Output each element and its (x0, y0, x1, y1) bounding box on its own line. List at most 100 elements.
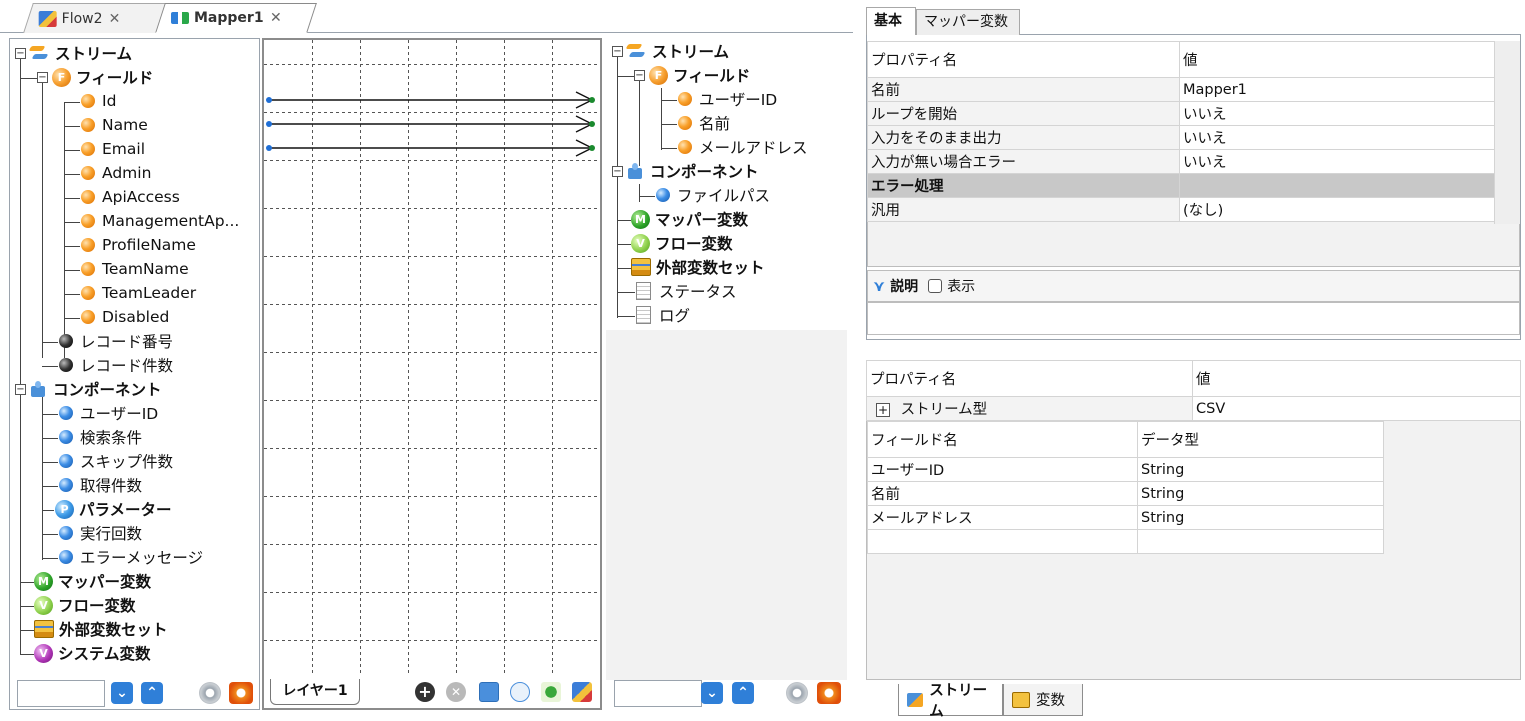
tree-node-field[interactable]: TeamName (81, 258, 189, 280)
system-value-icon (59, 334, 73, 348)
tab-basic[interactable]: 基本 (866, 7, 916, 35)
status-icon (636, 282, 651, 300)
field-row-empty[interactable] (867, 529, 1384, 554)
description-text-area[interactable] (867, 302, 1520, 335)
tree-node-ext-var-set[interactable]: 外部変数セット (34, 618, 168, 640)
layer-tab[interactable]: レイヤー1 (270, 679, 360, 705)
field-icon (678, 92, 692, 106)
field-row[interactable]: ユーザーID String (867, 457, 1384, 482)
tab-mapper-vars[interactable]: マッパー変数 (916, 9, 1020, 35)
field-icon (81, 142, 95, 156)
component-icon (29, 380, 47, 398)
tree-node-log[interactable]: ログ (636, 304, 690, 326)
tree-node-mapper-vars[interactable]: M マッパー変数 (631, 208, 748, 230)
variable-set-icon (34, 620, 54, 638)
tree-node-status[interactable]: ステータス (636, 280, 737, 302)
search-input[interactable] (614, 680, 702, 707)
tree-node-field[interactable]: Id (81, 90, 116, 112)
property-group-header[interactable]: エラー処理 (867, 173, 1495, 198)
refresh-icon[interactable] (229, 682, 253, 704)
property-row[interactable]: 名前 Mapper1 (867, 77, 1495, 102)
variable-set-icon (631, 258, 651, 276)
property-row[interactable]: 入力が無い場合エラー いいえ (867, 149, 1495, 174)
tree-node-flow-vars[interactable]: V フロー変数 (34, 594, 136, 616)
property-row[interactable]: 入力をそのまま出力 いいえ (867, 125, 1495, 150)
tree-node-ext-var-set[interactable]: 外部変数セット (631, 256, 765, 278)
chevron-up-icon[interactable]: ⌃ (141, 682, 163, 704)
expand-icon[interactable]: + (876, 403, 890, 417)
chevron-down-icon[interactable]: ⌄ (701, 682, 723, 704)
tree-node-record-number[interactable]: レコード番号 (59, 330, 173, 352)
property-table: プロパティ名 値 名前 Mapper1 ループを開始 いいえ 入力をそのまま出力… (867, 41, 1495, 222)
tree-node-component[interactable]: コンポーネント (626, 160, 759, 182)
tree-node-field[interactable]: Name (81, 114, 148, 136)
flow-icon[interactable] (572, 682, 592, 702)
field-icon (81, 238, 95, 252)
tree-node-fields[interactable]: F フィールド (649, 64, 750, 86)
tree-node-field[interactable]: ユーザーID (678, 88, 777, 110)
gear-icon[interactable] (786, 682, 808, 704)
tab-mapper1[interactable]: Mapper1 ✕ (155, 3, 317, 33)
show-checkbox[interactable] (928, 279, 943, 293)
close-icon[interactable]: ✕ (109, 11, 121, 27)
tree-node-property[interactable]: ユーザーID (59, 402, 158, 424)
tree-node-property[interactable]: エラーメッセージ (59, 546, 203, 568)
mapper-editor: Flow2 ✕ Mapper1 ✕ − ストリーム − F フィールド Id N… (0, 0, 853, 719)
close-icon[interactable]: ✕ (270, 10, 282, 26)
tree-node-stream[interactable]: ストリーム (626, 40, 729, 62)
add-icon[interactable]: + (415, 682, 435, 702)
tree-node-record-count[interactable]: レコード件数 (59, 354, 173, 376)
tree-node-property[interactable]: 検索条件 (59, 426, 142, 448)
tree-node-field[interactable]: Disabled (81, 306, 169, 328)
tree-node-property[interactable]: ファイルパス (656, 184, 770, 206)
stream-field-table: フィールド名 データ型 ユーザーID String 名前 String メールア… (867, 421, 1384, 554)
field-icon (81, 94, 95, 108)
tree-node-flow-vars[interactable]: V フロー変数 (631, 232, 733, 254)
chevron-double-down-icon[interactable]: ⋎ (873, 277, 885, 295)
delete-icon[interactable]: ✕ (446, 682, 466, 702)
property-icon (59, 454, 73, 468)
tree-node-field[interactable]: ProfileName (81, 234, 196, 256)
tree-node-field[interactable]: TeamLeader (81, 282, 196, 304)
description-bar: ⋎ 説明 表示 (867, 270, 1520, 302)
refresh-icon[interactable] (817, 682, 841, 704)
field-row[interactable]: メールアドレス String (867, 505, 1384, 530)
chevron-down-icon[interactable]: ⌄ (111, 682, 133, 704)
tree-node-field[interactable]: ManagementAp... (81, 210, 239, 232)
search-input[interactable] (17, 680, 105, 707)
property-row[interactable]: ループを開始 いいえ (867, 101, 1495, 126)
tree-node-field[interactable]: 名前 (678, 112, 730, 134)
tab-flow2[interactable]: Flow2 ✕ (23, 3, 167, 33)
debug-icon[interactable] (541, 682, 561, 702)
field-group-icon: F (52, 67, 71, 87)
property-icon (59, 550, 73, 564)
comment-icon[interactable] (510, 682, 530, 702)
field-icon (81, 118, 95, 132)
tree-node-field[interactable]: Email (81, 138, 145, 160)
tree-node-property[interactable]: スキップ件数 (59, 450, 173, 472)
tree-node-field[interactable]: Admin (81, 162, 151, 184)
stream-type-row[interactable]: + ストリーム型 CSV (866, 396, 1521, 421)
field-icon (81, 166, 95, 180)
tree-node-stream[interactable]: ストリーム (29, 42, 132, 64)
flow-icon (38, 10, 57, 27)
tree-node-component[interactable]: コンポーネント (29, 378, 162, 400)
tree-node-field[interactable]: メールアドレス (678, 136, 808, 158)
gear-icon[interactable] (199, 682, 221, 704)
tree-node-property[interactable]: 実行回数 (59, 522, 142, 544)
tree-node-fields[interactable]: F フィールド (52, 66, 153, 88)
edit-icon[interactable] (479, 682, 499, 702)
field-row[interactable]: 名前 String (867, 481, 1384, 506)
stream-icon (29, 44, 49, 62)
tab-label: Flow2 (61, 10, 103, 27)
tree-node-property[interactable]: 取得件数 (59, 474, 142, 496)
chevron-up-icon[interactable]: ⌃ (732, 682, 754, 704)
tree-node-system-vars[interactable]: V システム変数 (34, 642, 151, 664)
property-row[interactable]: 汎用 (なし) (867, 197, 1495, 222)
tab-variables[interactable]: 変数 (1003, 684, 1083, 716)
field-icon (678, 140, 692, 154)
tree-node-parameter[interactable]: P パラメーター (55, 498, 172, 520)
tree-node-mapper-vars[interactable]: M マッパー変数 (34, 570, 151, 592)
tree-node-field[interactable]: ApiAccess (81, 186, 180, 208)
tab-stream[interactable]: ストリーム (898, 683, 1003, 720)
